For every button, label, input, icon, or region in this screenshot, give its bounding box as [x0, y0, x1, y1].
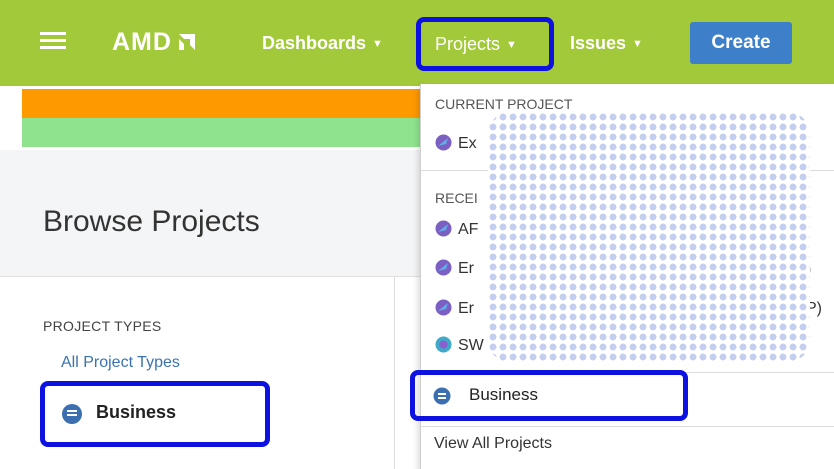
- view-all-projects-link[interactable]: View All Projects: [434, 435, 552, 453]
- chevron-down-icon: ▼: [506, 39, 517, 51]
- recent-project-label: AF: [458, 221, 479, 238]
- current-project-label: Ex: [458, 135, 477, 152]
- project-avatar-icon: [435, 259, 452, 276]
- logo-text: AMD: [112, 27, 172, 56]
- create-button[interactable]: Create: [690, 22, 792, 64]
- nav-issues-label: Issues: [570, 33, 627, 53]
- redaction-overlay: [488, 112, 810, 362]
- recent-project-item[interactable]: AF: [435, 218, 478, 242]
- recent-project-item[interactable]: Er: [435, 257, 474, 281]
- project-avatar-icon: [435, 299, 452, 316]
- recent-projects-heading: RECEI: [435, 190, 478, 206]
- nav-dashboards[interactable]: Dashboards ▼: [262, 28, 383, 58]
- sidebar-divider: [394, 277, 395, 469]
- business-icon: [433, 387, 451, 405]
- project-avatar-icon: [435, 220, 452, 237]
- banner-green-stripe: [22, 118, 432, 147]
- business-icon: [62, 404, 82, 424]
- current-project-heading: CURRENT PROJECT: [435, 96, 573, 112]
- amd-arrow-icon: [178, 34, 195, 50]
- current-project-item[interactable]: Ex: [435, 132, 477, 156]
- recent-project-label: Er: [458, 300, 474, 317]
- dropdown-item-business-label: Business: [469, 385, 538, 404]
- sidebar-item-business[interactable]: Business: [40, 381, 270, 447]
- project-types-heading: PROJECT TYPES: [43, 318, 162, 334]
- recent-project-label: SW: [458, 337, 484, 354]
- recent-project-item[interactable]: Er: [435, 297, 474, 321]
- nav-projects-label: Projects: [435, 34, 501, 54]
- banner-orange-stripe: [22, 89, 432, 118]
- page-title: Browse Projects: [43, 205, 260, 238]
- recent-project-label: Er: [458, 260, 474, 277]
- sidebar-item-business-label: Business: [96, 402, 177, 422]
- project-avatar-icon: [435, 134, 452, 151]
- dropdown-separator: [421, 426, 834, 427]
- dropdown-item-business[interactable]: Business: [410, 370, 688, 421]
- top-navbar: AMD Dashboards ▼ Projects ▼ Issues ▼ Create: [0, 0, 834, 86]
- all-project-types-link[interactable]: All Project Types: [61, 354, 180, 372]
- chevron-down-icon: ▼: [632, 38, 643, 50]
- recent-project-item[interactable]: SW: [435, 334, 484, 358]
- nav-dashboards-label: Dashboards: [262, 33, 367, 53]
- nav-issues[interactable]: Issues ▼: [570, 28, 643, 58]
- sw-avatar-icon: [435, 336, 452, 353]
- hamburger-menu-icon[interactable]: [40, 30, 66, 52]
- nav-projects[interactable]: Projects ▼: [416, 17, 554, 71]
- chevron-down-icon: ▼: [372, 38, 383, 50]
- amd-logo[interactable]: AMD: [112, 26, 198, 58]
